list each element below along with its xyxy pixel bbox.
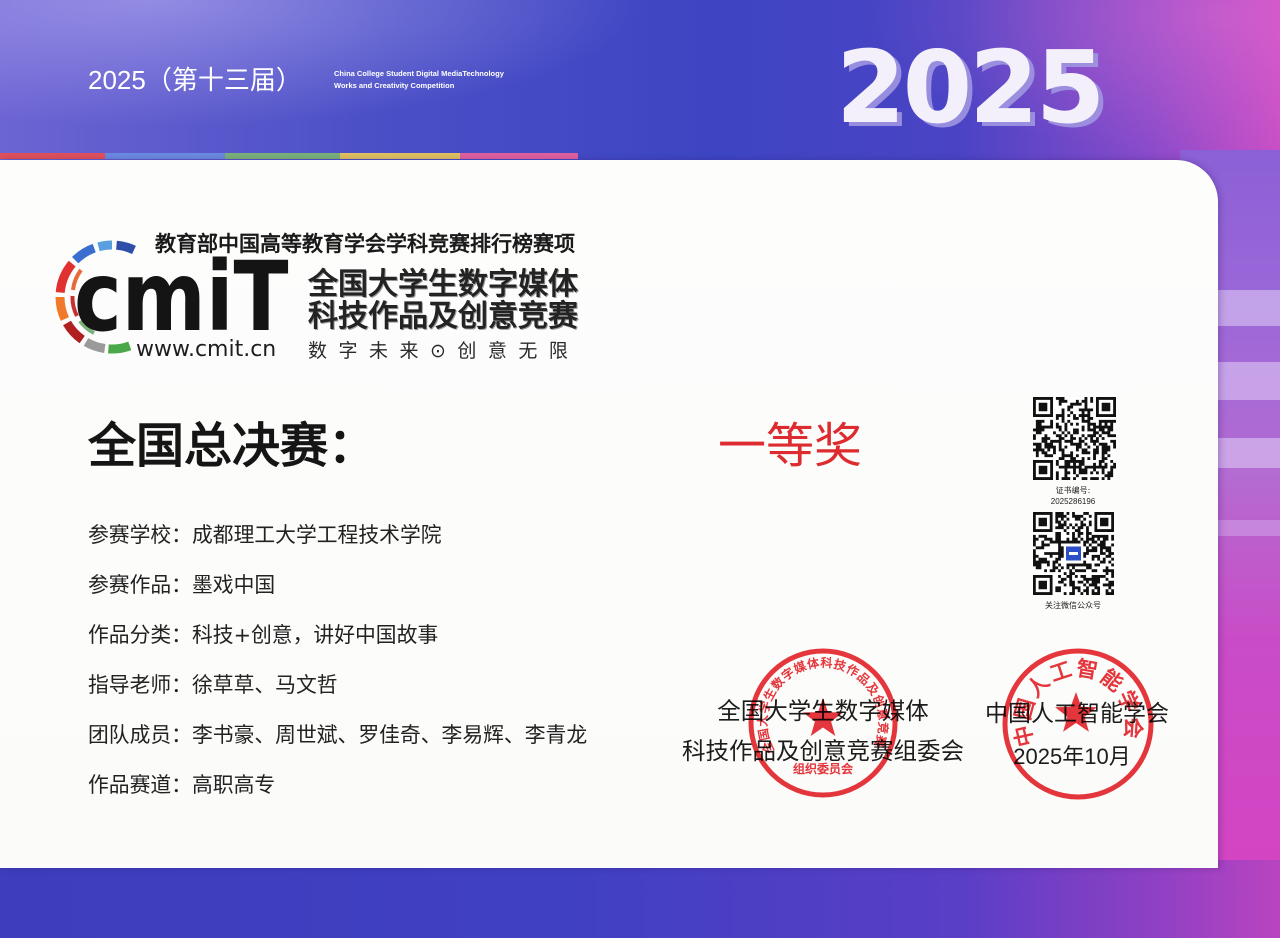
stripe-pink <box>460 153 578 159</box>
slogan: 数字未来⊙创意无限 <box>308 340 580 362</box>
detail-row-category: 作品分类：科技+创意，讲好中国故事 <box>88 625 438 646</box>
star-icon <box>803 698 843 736</box>
edition-title: 2025（第十三届） <box>88 65 302 95</box>
cert-number-label: 证书编号: <box>1055 486 1091 495</box>
society-seal: 中国人工智能学会 <box>1002 648 1154 800</box>
detail-row-work: 参赛作品：墨戏中国 <box>88 575 275 596</box>
detail-value: 墨戏中国 <box>191 573 276 597</box>
cmit-mini-logo-mark <box>1069 552 1078 555</box>
certificate-page: 2025（第十三届） China College Student Digital… <box>0 0 1280 938</box>
english-title-line-1: China College Student Digital MediaTechn… <box>334 69 504 78</box>
stripe-red <box>0 153 105 159</box>
detail-row-advisors: 指导老师：徐草草、马文哲 <box>88 675 338 696</box>
detail-label: 团队成员： <box>88 723 192 747</box>
stripe-green <box>225 153 340 159</box>
cert-number: 2025286196 <box>1050 497 1096 506</box>
year-mark-logo: 2025 <box>836 29 1105 146</box>
bottom-background-band <box>0 860 1280 938</box>
detail-row-school: 参赛学校：成都理工大学工程技术学院 <box>88 525 442 546</box>
detail-value: 李书豪、周世斌、罗佳奇、李易辉、李青龙 <box>191 723 588 747</box>
award-stage: 全国总决赛： <box>88 418 377 474</box>
cmit-logo-mark: cmiT <box>74 241 289 353</box>
website-url: www.cmit.cn <box>136 337 277 362</box>
detail-value: 徐草草、马文哲 <box>191 673 338 697</box>
detail-label: 作品赛道： <box>88 773 192 797</box>
award-prize: 一等奖 <box>718 418 863 474</box>
detail-label: 指导老师： <box>88 673 192 697</box>
qr-modules <box>1033 397 1116 480</box>
competition-name-line-2: 科技作品及创意竞赛 <box>308 299 578 334</box>
detail-label: 参赛学校： <box>88 523 192 547</box>
wechat-qr-code <box>1033 512 1114 595</box>
detail-row-track: 作品赛道：高职高专 <box>88 775 275 796</box>
stripe-blue <box>105 153 225 159</box>
competition-name-line-1: 全国大学生数字媒体 <box>308 267 578 302</box>
english-title-line-2: Works and Creativity Competition <box>334 81 455 90</box>
detail-row-team: 团队成员：李书豪、周世斌、罗佳奇、李易辉、李青龙 <box>88 725 587 746</box>
certificate-qr-code <box>1033 397 1116 480</box>
seal-bottom-text: 组织委员会 <box>793 761 854 776</box>
detail-value: 高职高专 <box>191 773 276 797</box>
detail-value: 成都理工大学工程技术学院 <box>191 523 442 547</box>
detail-value: 科技+创意，讲好中国故事 <box>191 623 439 647</box>
star-icon <box>1055 692 1097 732</box>
detail-label: 参赛作品： <box>88 573 192 597</box>
wechat-caption: 关注微信公众号 <box>1045 601 1101 610</box>
detail-label: 作品分类： <box>88 623 192 647</box>
stripe-yellow <box>340 153 460 159</box>
committee-seal: 全国大学生数字媒体科技作品及创意竞赛 组织委员会 <box>748 648 898 798</box>
